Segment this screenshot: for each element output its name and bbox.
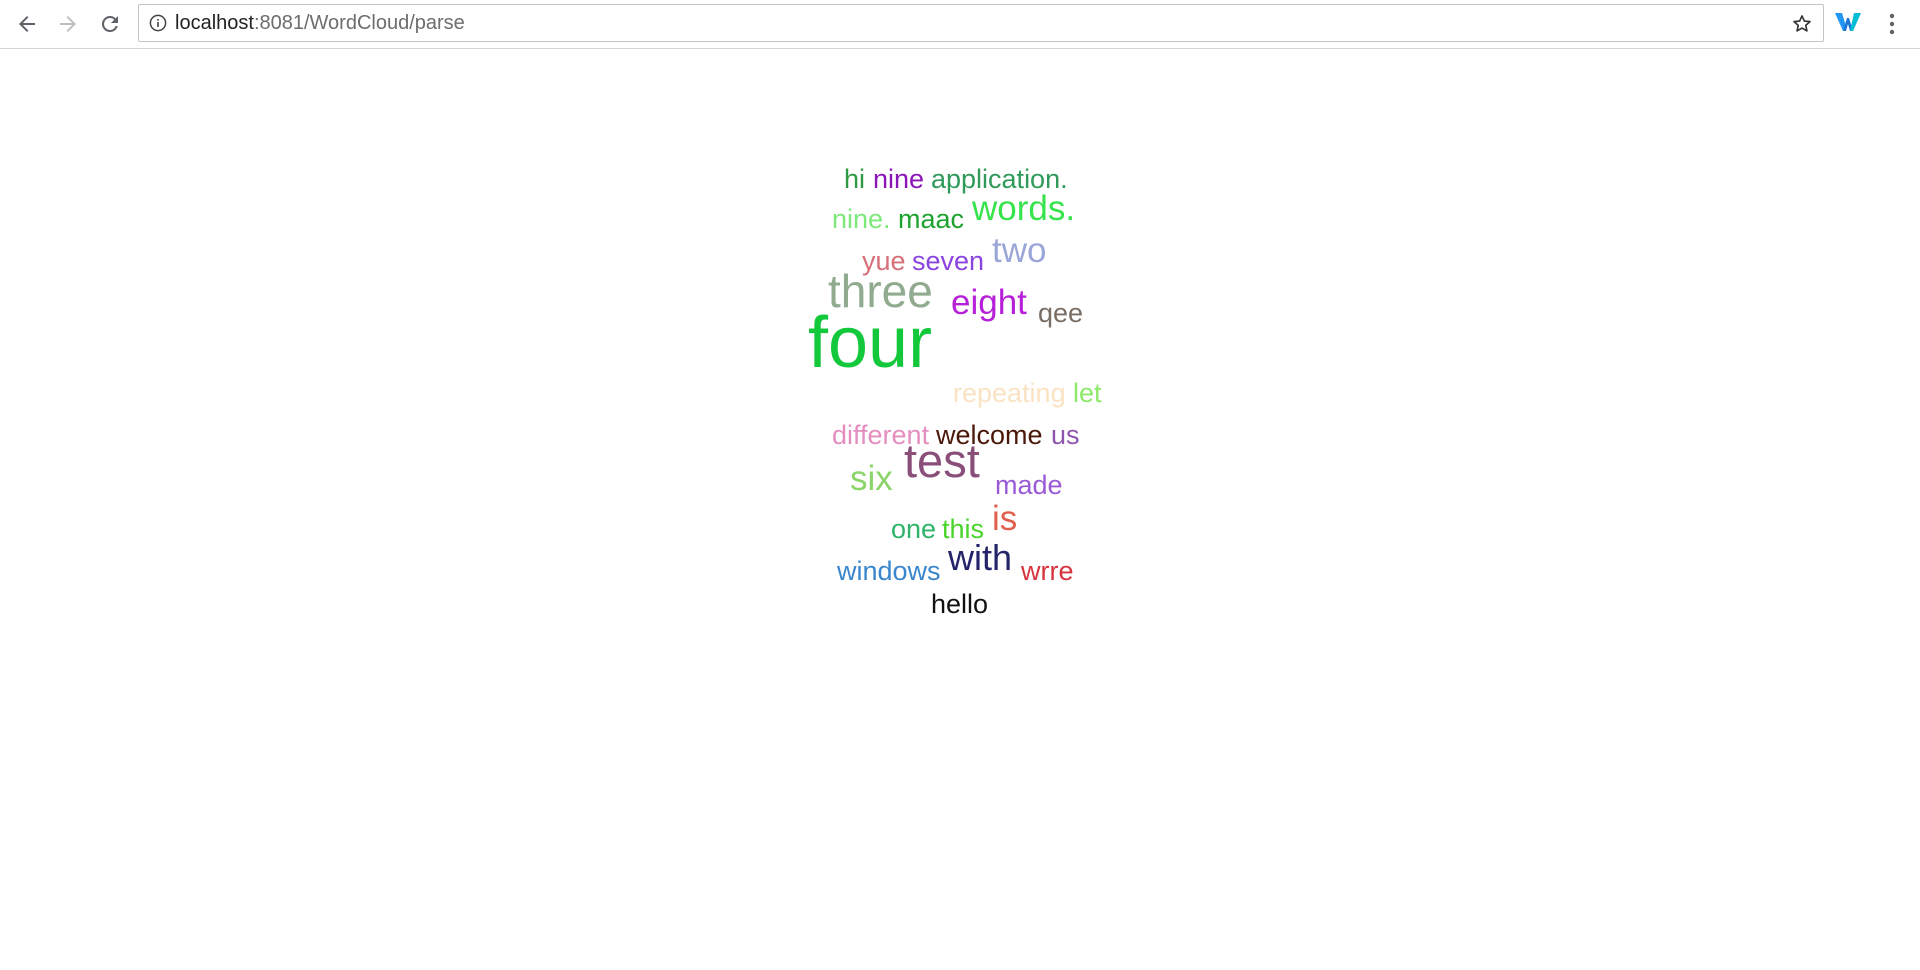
bookmark-star-icon[interactable] <box>1791 13 1813 35</box>
url-text: localhost:8081/WordCloud/parse <box>175 12 465 35</box>
arrow-right-icon <box>60 16 76 32</box>
word-cloud-word: qee <box>1038 298 1084 328</box>
word-cloud-word: test <box>904 434 980 487</box>
word-cloud-word: eight <box>951 283 1027 322</box>
word-cloud-word: six <box>850 459 893 498</box>
reload-icon <box>101 15 118 32</box>
reload-button[interactable] <box>92 6 128 42</box>
word-cloud-word: one <box>891 514 937 544</box>
word-cloud-word: four <box>808 303 933 383</box>
word-cloud-word: windows <box>837 556 941 586</box>
extension-icon[interactable] <box>1834 10 1862 34</box>
word-cloud-word: us <box>1051 420 1080 450</box>
word-cloud-word: words. <box>972 189 1076 228</box>
word-cloud-word: nine. <box>832 204 891 234</box>
url-path: :8081/WordCloud/parse <box>253 11 465 34</box>
back-button[interactable] <box>9 6 45 42</box>
word-cloud-word: made <box>995 470 1063 500</box>
info-icon[interactable] <box>149 14 167 32</box>
word-cloud-word: nine <box>873 164 925 194</box>
address-bar[interactable]: localhost:8081/WordCloud/parse <box>138 4 1824 42</box>
word-cloud-word: hello <box>931 589 989 619</box>
word-cloud-word: wrre <box>1021 556 1074 586</box>
word-cloud-word: repeating <box>953 378 1066 408</box>
word-cloud-word: with <box>948 537 1013 578</box>
page-content: hi nine application. nine. maac words. yue seve… <box>0 50 1920 970</box>
word-cloud-word: two <box>992 231 1047 270</box>
word-cloud-word: hi <box>844 164 866 194</box>
kebab-menu-icon[interactable] <box>1880 8 1904 40</box>
word-cloud-word: maac <box>898 204 965 234</box>
word-cloud-word: let <box>1073 378 1102 408</box>
word-cloud-word: is <box>992 499 1018 538</box>
arrow-left-icon <box>19 16 35 32</box>
forward-button[interactable] <box>50 6 86 42</box>
url-host: localhost <box>175 11 254 34</box>
browser-toolbar: localhost:8081/WordCloud/parse <box>0 0 1920 49</box>
